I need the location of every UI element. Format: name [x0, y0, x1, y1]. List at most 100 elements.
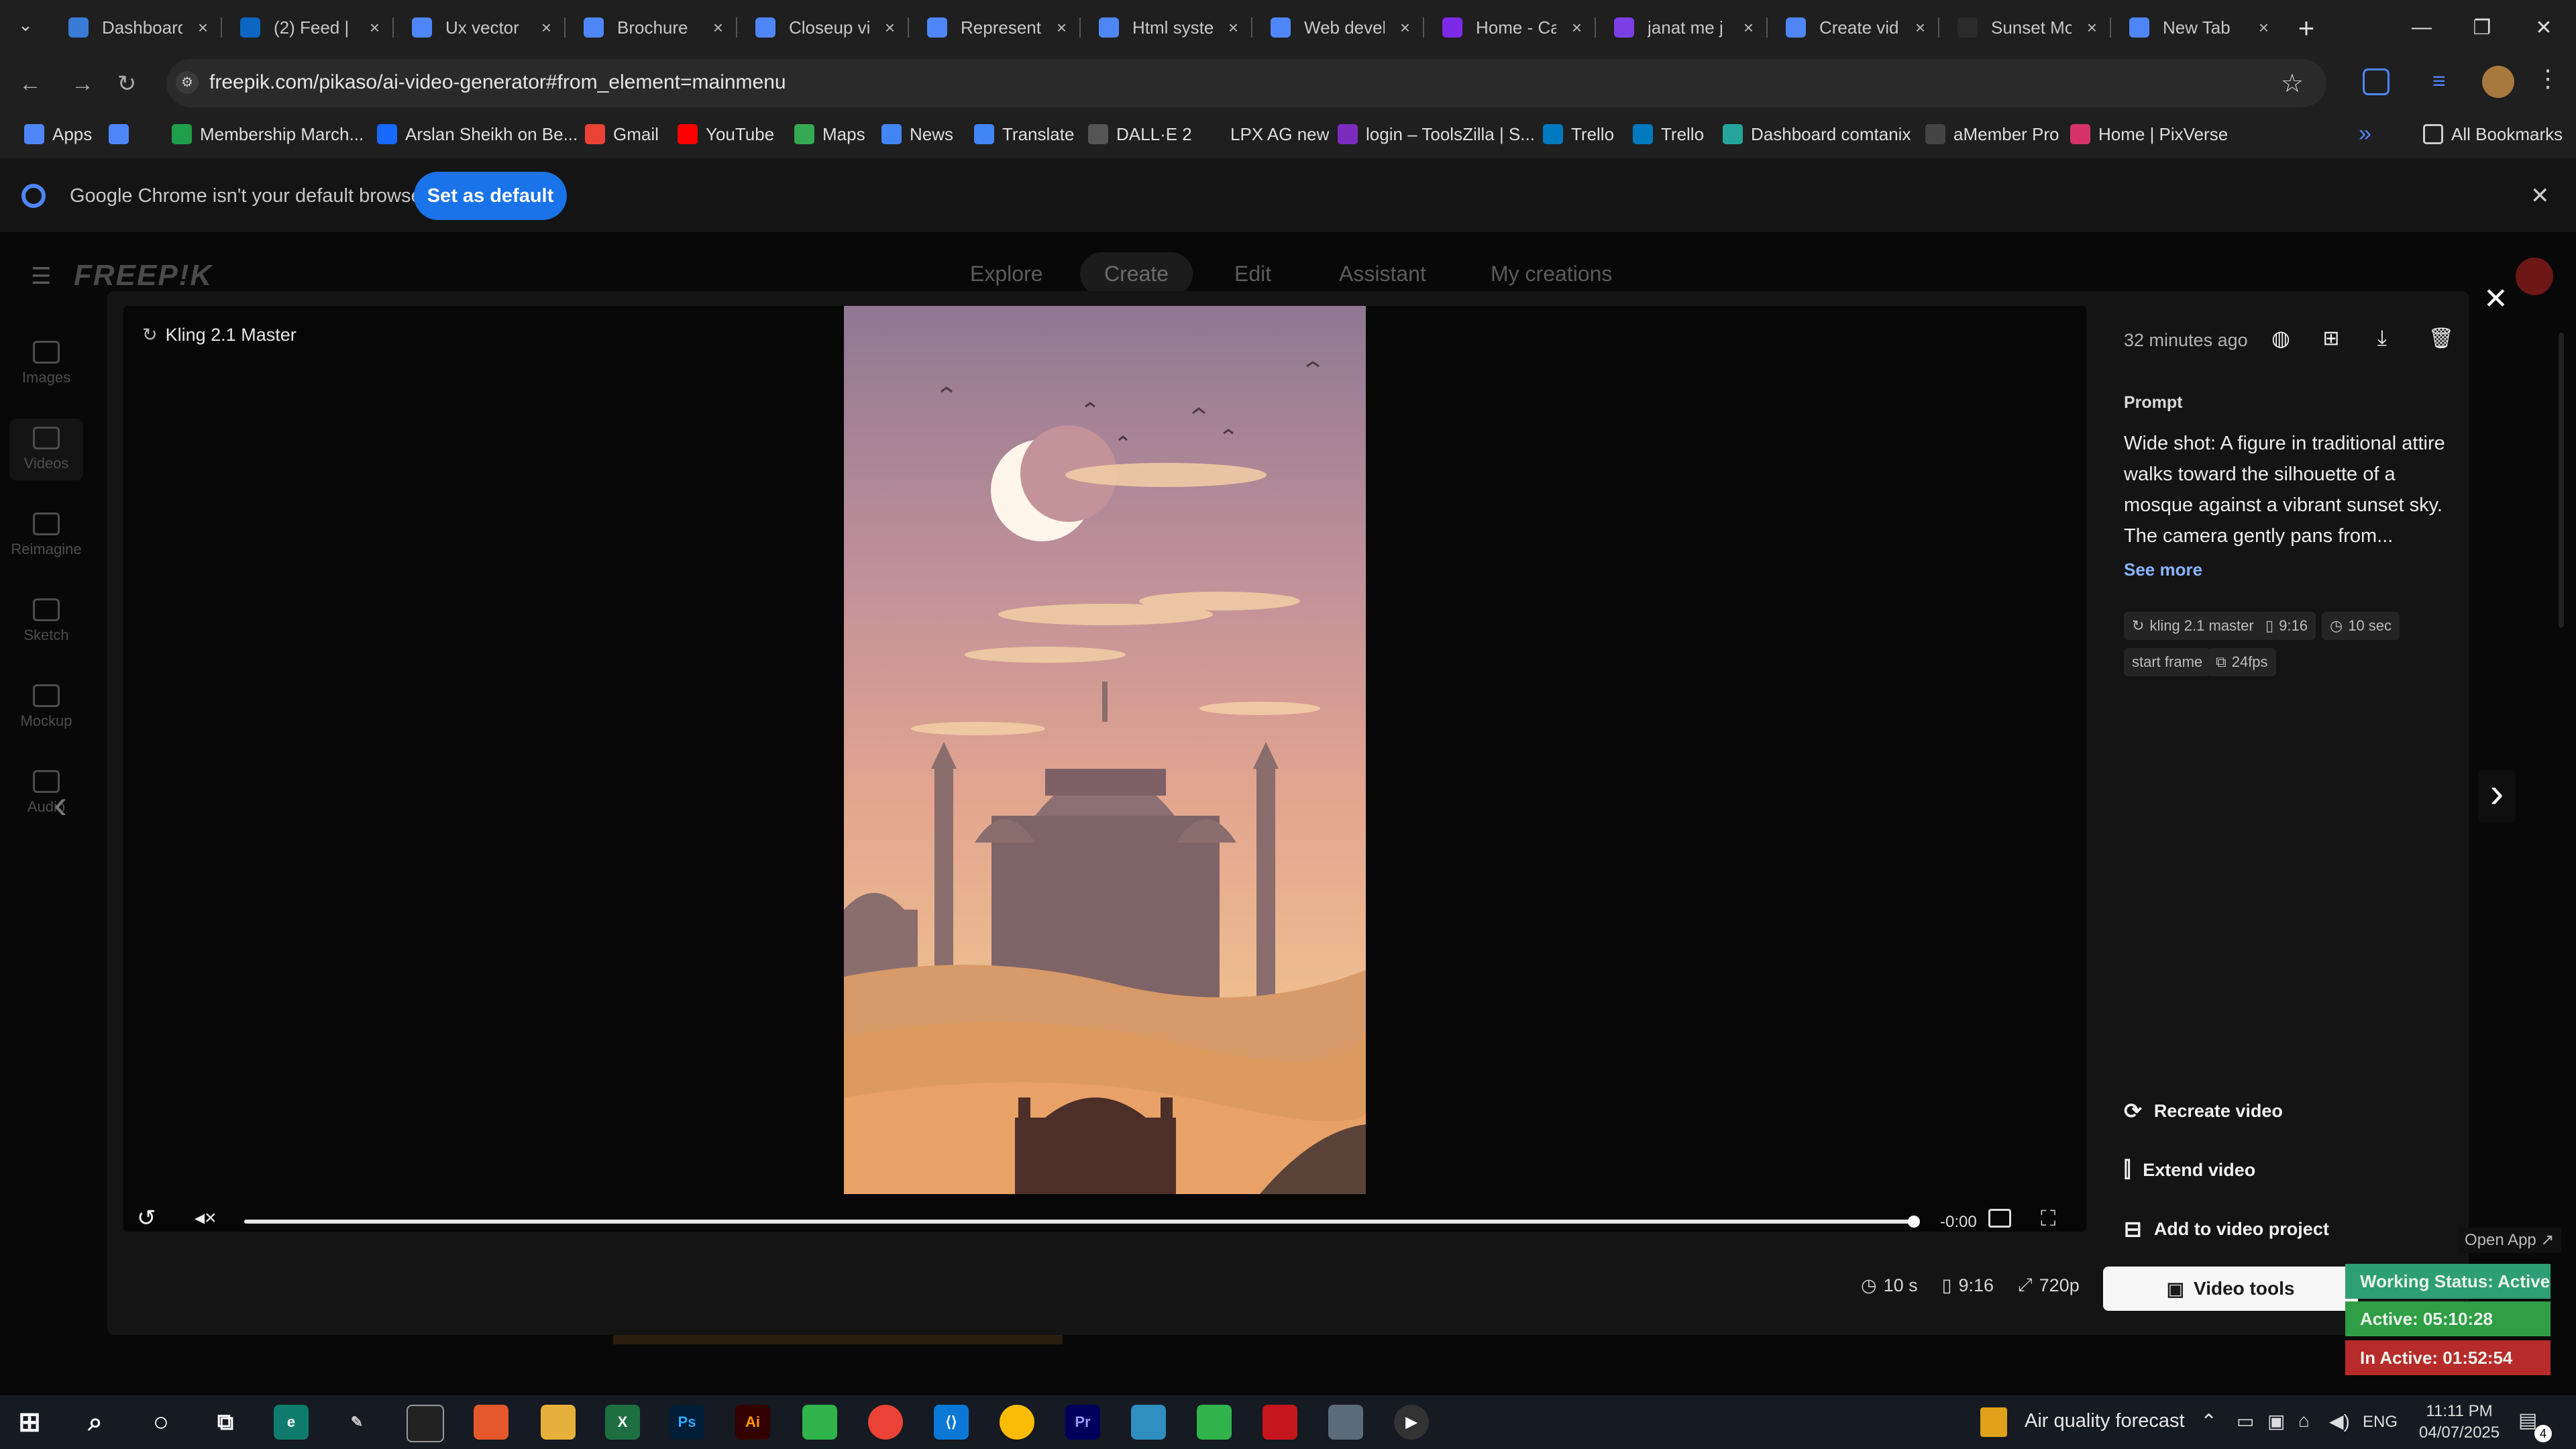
tab-close-icon[interactable]: × [1400, 17, 1410, 38]
bookmark-item[interactable]: Arslan Sheikh on Be... [377, 122, 578, 146]
chrome-active-icon[interactable] [1000, 1405, 1034, 1440]
infobar-close-icon[interactable]: ✕ [2530, 182, 2550, 209]
bookmark-item[interactable]: Home | PixVerse [2070, 122, 2228, 146]
green-app-2-icon[interactable] [1197, 1405, 1232, 1440]
bookmark-item[interactable]: login – ToolsZilla | S... [1338, 122, 1535, 146]
tab-close-icon[interactable]: × [1057, 17, 1067, 38]
bookmark-item[interactable]: DALL·E 2 [1088, 122, 1192, 146]
video-tools-button[interactable]: ▣ Video tools [2103, 1267, 2358, 1311]
tab-item[interactable]: janat me j × [1597, 7, 1766, 48]
sidebar-item[interactable]: Reimagine [9, 513, 83, 558]
file-explorer-icon[interactable] [541, 1405, 576, 1440]
bookmark-star-icon[interactable]: ☆ [2281, 68, 2304, 99]
tab-search-chevron-icon[interactable]: ⌄ [12, 15, 39, 42]
menu-kebab-icon[interactable]: ⋮ [2536, 64, 2560, 93]
bookmark-item[interactable] [109, 122, 137, 146]
media-controls-icon[interactable]: ≡ [2432, 68, 2446, 95]
windows-start-icon[interactable]: ⊞ [12, 1405, 47, 1440]
acrobat-icon[interactable] [1263, 1405, 1297, 1440]
bookmark-item[interactable]: Translate [974, 122, 1074, 146]
tab-close-icon[interactable]: × [370, 17, 380, 38]
bookmark-item[interactable]: aMember Pro [1925, 122, 2059, 146]
calculator-icon[interactable] [1328, 1405, 1363, 1440]
download-icon[interactable]: ⤓ [2367, 323, 2397, 353]
tab-item[interactable]: Web devel × [1253, 7, 1422, 48]
profile-avatar[interactable] [2482, 66, 2514, 98]
tab-item[interactable]: Closeup vi × [738, 7, 907, 48]
tab-item[interactable]: Represent × [910, 7, 1079, 48]
tab-item[interactable]: (2) Feed | L × [223, 7, 392, 48]
url-text[interactable]: freepik.com/pikaso/ai-video-generator#fr… [209, 71, 786, 94]
search-icon[interactable]: ⌕ [78, 1405, 113, 1440]
globe-icon[interactable]: ◍ [2266, 323, 2296, 353]
new-tab-button[interactable]: + [2288, 9, 2325, 47]
cortana-icon[interactable]: ○ [144, 1405, 178, 1440]
sidebar-item[interactable]: Mockup [9, 684, 83, 730]
seek-handle[interactable] [1908, 1216, 1920, 1228]
all-bookmarks-button[interactable]: All Bookmarks [2423, 122, 2563, 146]
previous-arrow-icon[interactable]: ‹ [54, 781, 67, 827]
see-more-link[interactable]: See more [2124, 559, 2202, 580]
bookmark-item[interactable]: YouTube [678, 122, 774, 146]
nav-tab[interactable]: Explore [970, 262, 1043, 286]
tab-close-icon[interactable]: × [1915, 17, 1925, 38]
bookmark-item[interactable]: Trello [1633, 122, 1704, 146]
nav-tab[interactable]: Edit [1234, 262, 1271, 286]
vscode-icon[interactable]: ⟨⟩ [934, 1405, 969, 1440]
tab-close-icon[interactable]: × [1743, 17, 1754, 38]
open-app-link[interactable]: Open App ↗ [2458, 1228, 2561, 1253]
tab-item[interactable]: Create vid × [1768, 7, 1937, 48]
nav-tab[interactable]: My creations [1491, 262, 1612, 286]
premiere-icon[interactable]: Pr [1065, 1405, 1100, 1440]
nav-tab[interactable]: Create [1080, 252, 1193, 296]
picture-in-picture-icon[interactable] [1988, 1209, 2011, 1228]
modal-close-icon[interactable]: ✕ [2483, 282, 2508, 316]
sidebar-item[interactable]: Sketch [9, 598, 83, 644]
extensions-icon[interactable] [2363, 68, 2390, 95]
add-to-folder-icon[interactable]: ⊞ [2316, 323, 2346, 353]
minimize-button[interactable]: — [2388, 7, 2455, 48]
network-icon[interactable]: ⌂ [2298, 1410, 2310, 1432]
meet-icon[interactable]: ▭ [2237, 1410, 2254, 1432]
tab-close-icon[interactable]: × [541, 17, 551, 38]
tab-close-icon[interactable]: × [713, 17, 723, 38]
tab-item[interactable]: New Tab × [2112, 7, 2281, 48]
nav-tab[interactable]: Assistant [1339, 262, 1426, 286]
next-arrow-icon[interactable]: › [2478, 770, 2516, 822]
bookmark-item[interactable]: Trello [1543, 122, 1614, 146]
bookmark-item[interactable]: Apps [24, 122, 92, 146]
sidebar-item[interactable]: Videos [9, 419, 83, 480]
bookmark-item[interactable]: News [881, 122, 953, 146]
video-player[interactable]: ↻ Kling 2.1 Master ↺ ◂× -0:00 ⛶ [123, 306, 2086, 1232]
tray-chevron-icon[interactable]: ⌃ [2200, 1410, 2217, 1434]
tab-close-icon[interactable]: × [198, 17, 208, 38]
green-app-icon[interactable] [802, 1405, 837, 1440]
weather-text[interactable]: Air quality forecast [2025, 1410, 2185, 1432]
tab-close-icon[interactable]: × [1572, 17, 1582, 38]
tab-item[interactable]: Home - Ca × [1425, 7, 1594, 48]
tab-close-icon[interactable]: × [1228, 17, 1238, 38]
set-as-default-button[interactable]: Set as default [414, 172, 567, 220]
page-scrollbar[interactable] [2559, 333, 2564, 628]
fullscreen-icon[interactable]: ⛶ [2041, 1206, 2055, 1232]
app-notification-icon[interactable] [474, 1405, 508, 1440]
replay-icon[interactable]: ↺ [137, 1205, 156, 1232]
seek-bar[interactable] [244, 1216, 1920, 1228]
freepik-logo[interactable]: FREEP!K [74, 259, 213, 292]
sidebar-item[interactable]: Images [9, 341, 83, 386]
clock[interactable]: 11:11 PM 04/07/2025 [2419, 1401, 2500, 1444]
tab-item[interactable]: Dashboard × [51, 7, 220, 48]
tab-close-icon[interactable]: × [2259, 17, 2269, 38]
tab-item[interactable]: Ux vector × [394, 7, 564, 48]
restore-button[interactable]: ❐ [2449, 7, 2516, 48]
back-icon[interactable]: ← [13, 67, 47, 101]
tab-close-icon[interactable]: × [2087, 17, 2097, 38]
terminal-icon[interactable] [407, 1405, 444, 1442]
address-bar[interactable]: ⚙ freepik.com/pikaso/ai-video-generator#… [166, 59, 2326, 107]
bookmark-item[interactable]: Gmail [585, 122, 659, 146]
photoshop-icon[interactable]: Ps [669, 1405, 704, 1440]
blue-app-icon[interactable] [1131, 1405, 1166, 1440]
illustrator-icon[interactable]: Ai [735, 1405, 770, 1440]
add-to-video-project-button[interactable]: ⊟ Add to video project [2124, 1209, 2329, 1249]
hamburger-menu-icon[interactable]: ☰ [31, 263, 51, 290]
